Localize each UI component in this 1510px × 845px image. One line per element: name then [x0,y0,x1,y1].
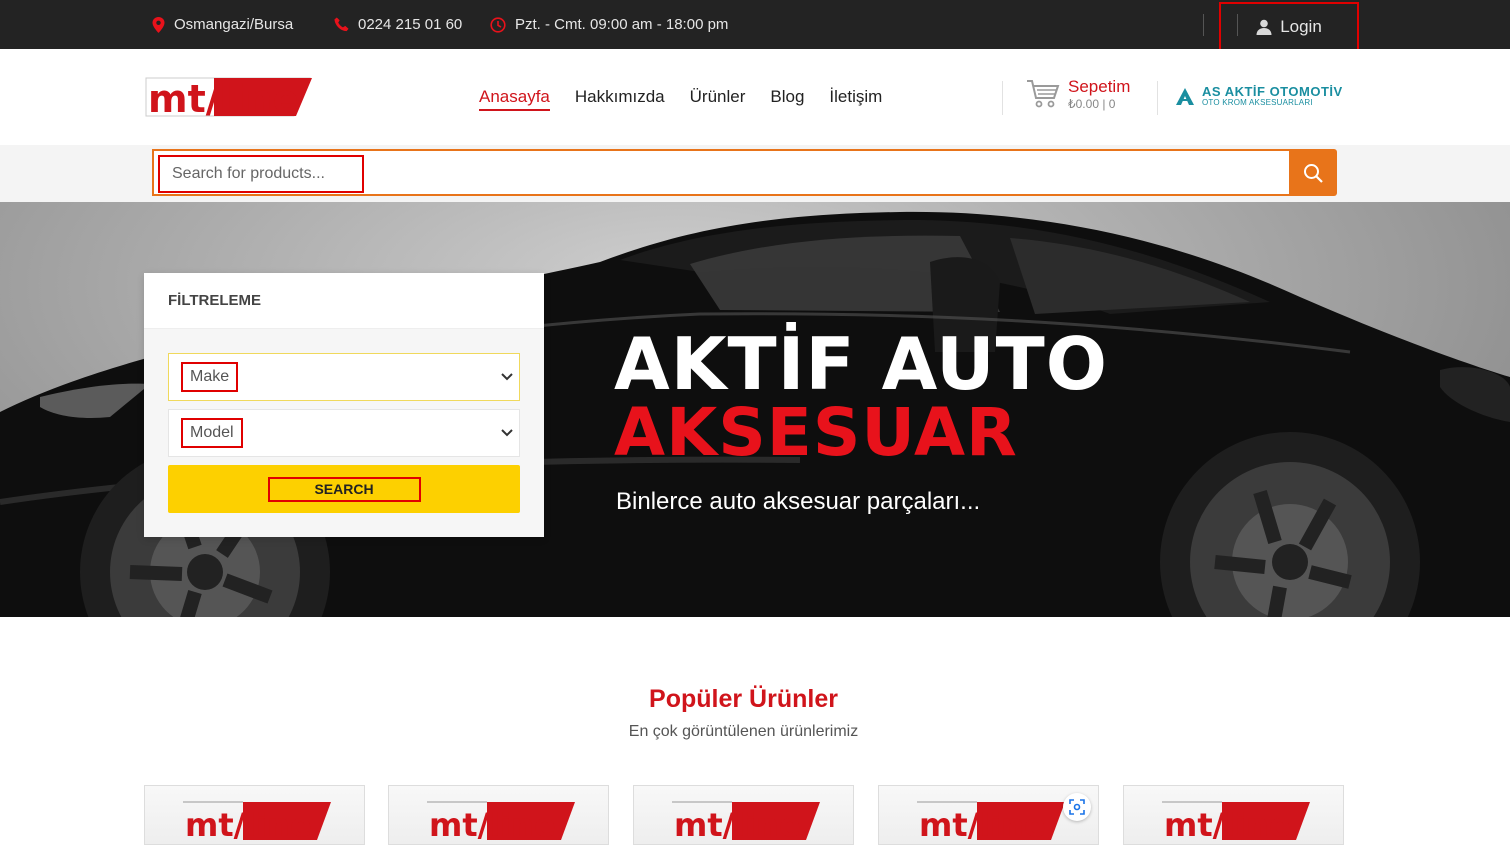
brand-mark-icon [1176,88,1194,105]
brand-name: AS AKTİF OTOMOTİV [1202,84,1343,99]
make-select[interactable]: Make [168,353,520,401]
chevron-down-icon [501,429,513,437]
nav-contact[interactable]: İletişim [829,87,882,111]
cart-summary: ₺0.00 | 0 [1068,97,1116,111]
cart-widget[interactable]: Sepetim ₺0.00 | 0 [1026,77,1130,111]
login-label: Login [1280,17,1322,36]
filter-search-button[interactable]: SEARCH [168,465,520,513]
search-bar [0,145,1510,202]
cart-title: Sepetim [1068,77,1131,96]
filter-body: Make Model SEARCH [144,329,544,537]
product-card-logo: mt/line [1164,806,1291,840]
filter-panel: FİLTRELEME Make Model SEARCH [144,273,544,537]
product-card[interactable]: mt/line [388,785,609,845]
phone-text: 0224 215 01 60 [358,16,463,33]
hero-subtitle: Binlerce auto aksesuar parçaları... [616,488,981,515]
filter-search-label: SEARCH [267,476,421,502]
clock-icon [490,16,506,33]
chevron-down-icon [501,373,513,381]
search-icon [1304,163,1323,183]
main-nav: Anasayfa Hakkımızda Ürünler Blog İletişi… [479,87,882,111]
nav-home[interactable]: Anasayfa [479,87,550,111]
map-pin-icon [152,16,165,33]
search-button[interactable] [1289,149,1337,196]
header-divider [1002,81,1003,115]
phone-icon [334,17,349,32]
topbar-divider [1203,14,1204,36]
popular-subtitle: En çok görüntülenen ürünlerimiz [628,723,859,740]
user-icon [1256,19,1272,35]
top-bar: Osmangazi/Bursa 0224 215 01 60 Pzt. - Cm… [0,0,1510,52]
visual-search-icon[interactable] [1063,793,1091,821]
partner-brand-logo[interactable]: AS AKTİF OTOMOTİV OTO KROM AKSESUARLARI [1175,85,1343,107]
shopping-cart-icon [1027,80,1060,108]
product-card[interactable]: mt/line [633,785,854,845]
brand-subtitle: OTO KROM AKSESUARLARI [1202,98,1313,107]
product-card-logo: mt/line [674,806,801,840]
nav-products[interactable]: Ürünler [690,87,746,111]
make-select-label: Make [181,362,239,392]
search-box [152,149,1290,196]
login-button[interactable]: Login [1219,2,1359,52]
nav-about[interactable]: Hakkımızda [575,87,665,111]
phone-info[interactable]: 0224 215 01 60 [334,0,462,49]
hero-title-line2: AKSESUAR [614,394,1018,471]
search-input[interactable] [158,155,364,193]
popular-title: Popüler Ürünler [649,685,838,713]
product-card-logo: mt/line [919,806,1046,840]
site-header: mt/line Anasayfa Hakkımızda Ürünler Blog… [0,49,1510,145]
site-logo[interactable]: mt/line [144,72,314,121]
hours-info: Pzt. - Cmt. 09:00 am - 18:00 pm [490,0,728,49]
model-select[interactable]: Model [168,409,520,457]
location-info: Osmangazi/Bursa [152,0,293,49]
product-card-logo: mt/line [185,806,312,840]
location-text: Osmangazi/Bursa [174,16,294,33]
product-card-logo: mt/line [429,806,556,840]
product-card[interactable]: mt/line [144,785,365,845]
product-card[interactable]: mt/line [1123,785,1344,845]
nav-blog[interactable]: Blog [770,87,804,111]
model-select-label: Model [181,418,243,448]
filter-title: FİLTRELEME [144,273,544,329]
hours-text: Pzt. - Cmt. 09:00 am - 18:00 pm [515,16,729,33]
header-divider [1157,81,1158,115]
logo-text: mt/line [148,77,299,120]
